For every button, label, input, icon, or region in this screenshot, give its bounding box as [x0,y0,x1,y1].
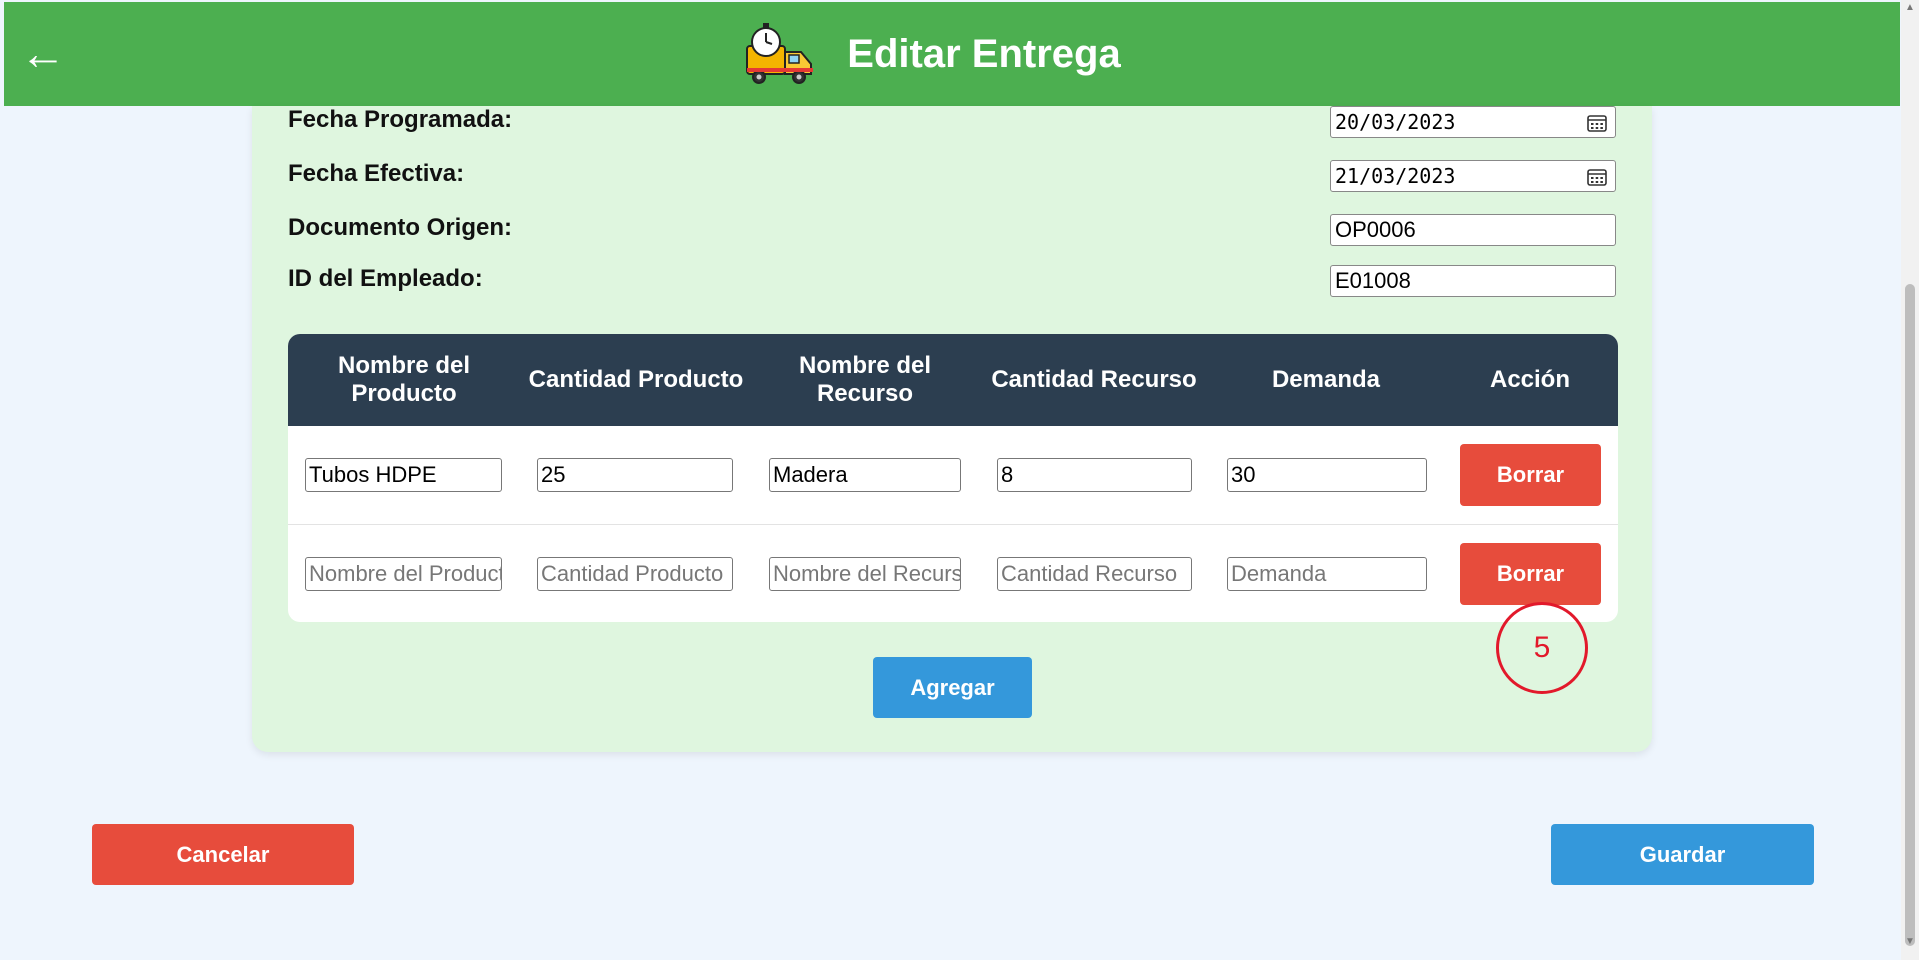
calendar-icon[interactable] [1587,114,1607,132]
fecha-efectiva-value: 21/03/2023 [1335,164,1456,188]
agregar-button[interactable]: Agregar [873,657,1032,718]
header-accion: Acción [1489,366,1570,393]
fecha-programada-label: Fecha Programada: [288,106,513,133]
cancelar-button[interactable]: Cancelar [92,824,354,885]
table-row: Nombre del Producto Cantidad Producto No… [288,525,1618,622]
annotation-circle: 5 [1496,602,1588,694]
fecha-programada-value: 20/03/2023 [1335,110,1456,134]
header-cantidad-recurso: Cantidad Recurso [991,366,1197,393]
demanda-input[interactable]: 30 [1227,458,1427,492]
delivery-truck-timer-icon [746,23,814,84]
fecha-programada-row: Fecha Programada: 20/03/2023 [288,106,1616,142]
fecha-efectiva-input[interactable]: 21/03/2023 [1330,160,1616,192]
app-header: ← Editar Entrega [4,2,1900,106]
scrollbar[interactable]: ▲ ▼ [1901,0,1919,960]
cantidad-recurso-input[interactable]: 8 [997,458,1192,492]
borrar-button[interactable]: Borrar [1460,444,1601,506]
calendar-icon[interactable] [1587,168,1607,186]
page-title: Editar Entrega [847,31,1121,76]
borrar-button[interactable]: Borrar [1460,543,1601,605]
fecha-efectiva-label: Fecha Efectiva: [288,160,465,187]
products-table: Nombre del Producto Cantidad Producto No… [288,334,1618,622]
nombre-producto-input[interactable]: Tubos HDPE [305,458,502,492]
back-arrow-button[interactable]: ← [20,30,66,76]
cantidad-producto-input[interactable]: 25 [537,458,733,492]
demanda-input[interactable]: Demanda [1227,557,1427,591]
documento-origen-input[interactable]: OP0006 [1330,214,1616,246]
nombre-producto-input[interactable]: Nombre del Producto [305,557,502,591]
table-row: Tubos HDPE 25 Madera 8 30 Borrar [288,426,1618,525]
fecha-programada-input[interactable]: 20/03/2023 [1330,106,1616,138]
table-header: Nombre del Producto Cantidad Producto No… [288,334,1618,426]
id-empleado-label: ID del Empleado: [288,265,483,292]
scroll-down-icon[interactable]: ▼ [1905,936,1915,947]
header-nombre-recurso: Nombre del Recurso [798,352,932,407]
cantidad-producto-input[interactable]: Cantidad Producto [537,557,733,591]
documento-origen-label: Documento Origen: [288,214,513,241]
id-empleado-input[interactable]: E01008 [1330,265,1616,297]
header-content: Editar Entrega [743,20,1121,88]
scrollbar-thumb[interactable] [1905,284,1915,946]
nombre-recurso-input[interactable]: Nombre del Recurso [769,557,961,591]
fecha-efectiva-row: Fecha Efectiva: 21/03/2023 [288,160,1616,196]
delivery-form-card: Fecha Programada: 20/03/2023 Fecha Efect… [252,106,1652,752]
scroll-up-icon[interactable]: ▲ [1905,2,1915,13]
guardar-button[interactable]: Guardar [1551,824,1814,885]
documento-origen-row: Documento Origen: OP0006 [288,214,1616,250]
cantidad-recurso-input[interactable]: Cantidad Recurso [997,557,1192,591]
nombre-recurso-input[interactable]: Madera [769,458,961,492]
header-cantidad-producto: Cantidad Producto [528,366,744,393]
id-empleado-row: ID del Empleado: E01008 [288,265,1616,301]
header-nombre-producto: Nombre del Producto [337,352,471,407]
header-demanda: Demanda [1271,366,1381,393]
